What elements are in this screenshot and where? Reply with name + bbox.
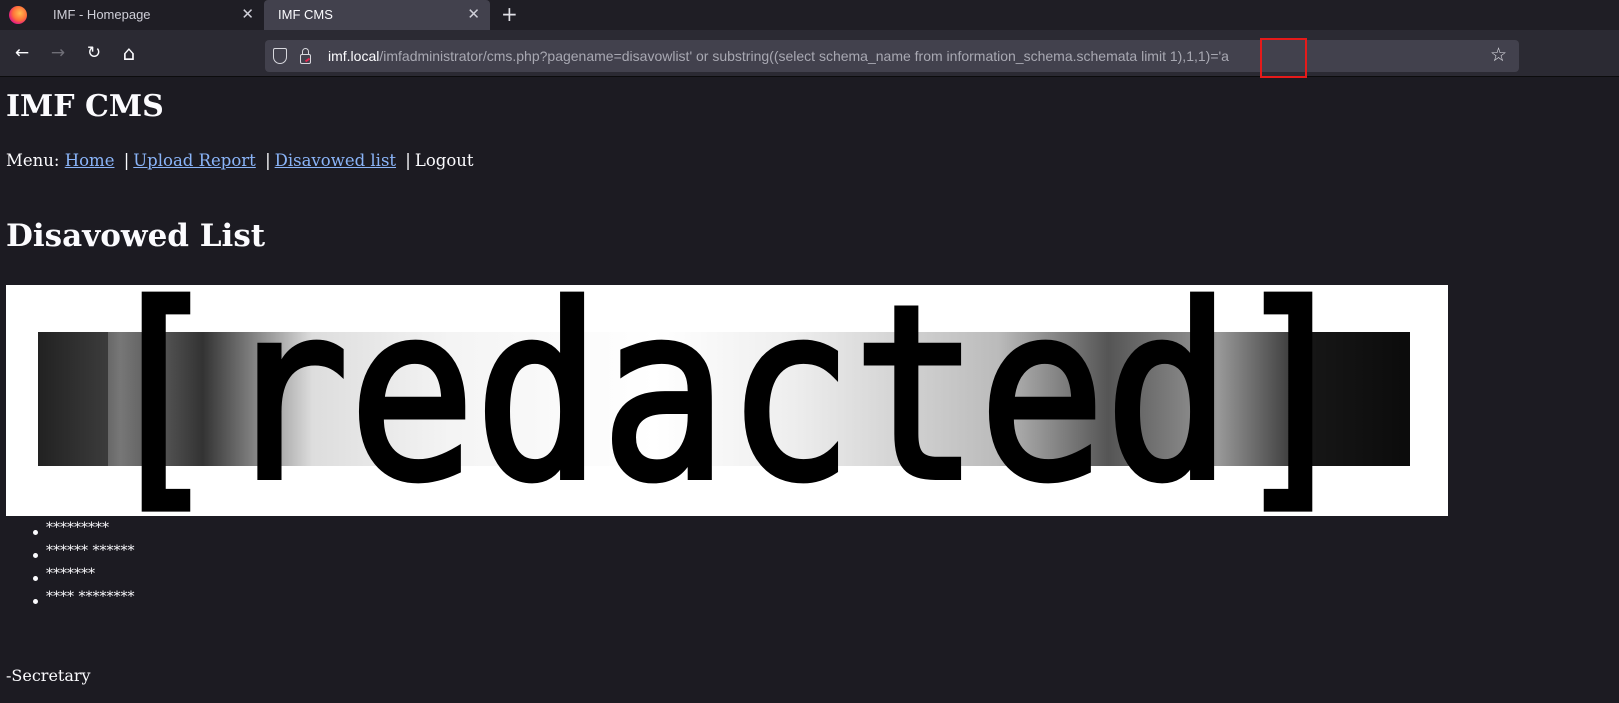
bookmark-star-icon[interactable]: ☆ — [1490, 44, 1507, 66]
list-item: ********* — [32, 517, 134, 540]
forward-icon[interactable]: → — [45, 40, 71, 66]
list-item: **** ******** — [32, 586, 134, 609]
main-menu: Menu: Home | Upload Report | Disavowed lis… — [6, 151, 474, 170]
disavowed-list: ********* ****** ****** ******* **** ***… — [32, 517, 134, 609]
new-tab-icon[interactable]: + — [501, 0, 518, 30]
tab-title: IMF - Homepage — [53, 7, 151, 22]
reload-icon[interactable]: ↻ — [81, 40, 107, 66]
site-title: IMF CMS — [6, 89, 164, 124]
highlight-annotation-box — [1260, 38, 1307, 78]
redacted-banner-image: [redacted] — [6, 285, 1448, 516]
list-item: ****** ****** — [32, 540, 134, 563]
firefox-icon[interactable] — [9, 6, 27, 24]
tab-imf-homepage[interactable]: IMF - Homepage ✕ — [39, 0, 264, 30]
tracking-protection-shield-icon[interactable] — [273, 48, 287, 64]
address-bar[interactable]: imf.local/imfadministrator/cms.php?pagen… — [265, 40, 1519, 72]
menu-link-home[interactable]: Home — [65, 151, 115, 170]
page-content: IMF CMS Menu: Home | Upload Report | Disav… — [0, 77, 1619, 703]
insecure-lock-icon[interactable] — [300, 48, 311, 64]
menu-separator: | — [123, 151, 130, 170]
close-tab-icon[interactable]: ✕ — [241, 0, 254, 30]
menu-separator: | — [405, 151, 411, 170]
url-host: imf.local — [328, 48, 380, 64]
banner-text: [redacted] — [97, 285, 1357, 516]
section-title: Disavowed List — [6, 218, 266, 254]
tab-title: IMF CMS — [278, 7, 333, 22]
menu-link-upload-report[interactable]: Upload Report — [133, 151, 256, 170]
redacted-banner-graphic: [redacted] — [38, 285, 1410, 516]
url-text[interactable]: imf.local/imfadministrator/cms.php?pagen… — [328, 40, 1229, 72]
home-icon[interactable]: ⌂ — [116, 40, 142, 66]
menu-prefix: Menu: — [6, 151, 60, 170]
menu-logout[interactable]: Logout — [415, 151, 474, 170]
back-icon[interactable]: ← — [9, 40, 35, 66]
menu-separator: | — [265, 151, 271, 170]
url-path: /imfadministrator/cms.php?pagename=disav… — [379, 48, 1229, 64]
menu-link-disavowed-list[interactable]: Disavowed list — [275, 151, 396, 170]
signature: -Secretary — [6, 666, 91, 685]
tab-imf-cms[interactable]: IMF CMS ✕ — [264, 0, 490, 30]
tab-strip: IMF - Homepage ✕ IMF CMS ✕ + — [0, 0, 1619, 30]
list-item: ******* — [32, 563, 134, 586]
close-tab-icon[interactable]: ✕ — [467, 0, 480, 30]
